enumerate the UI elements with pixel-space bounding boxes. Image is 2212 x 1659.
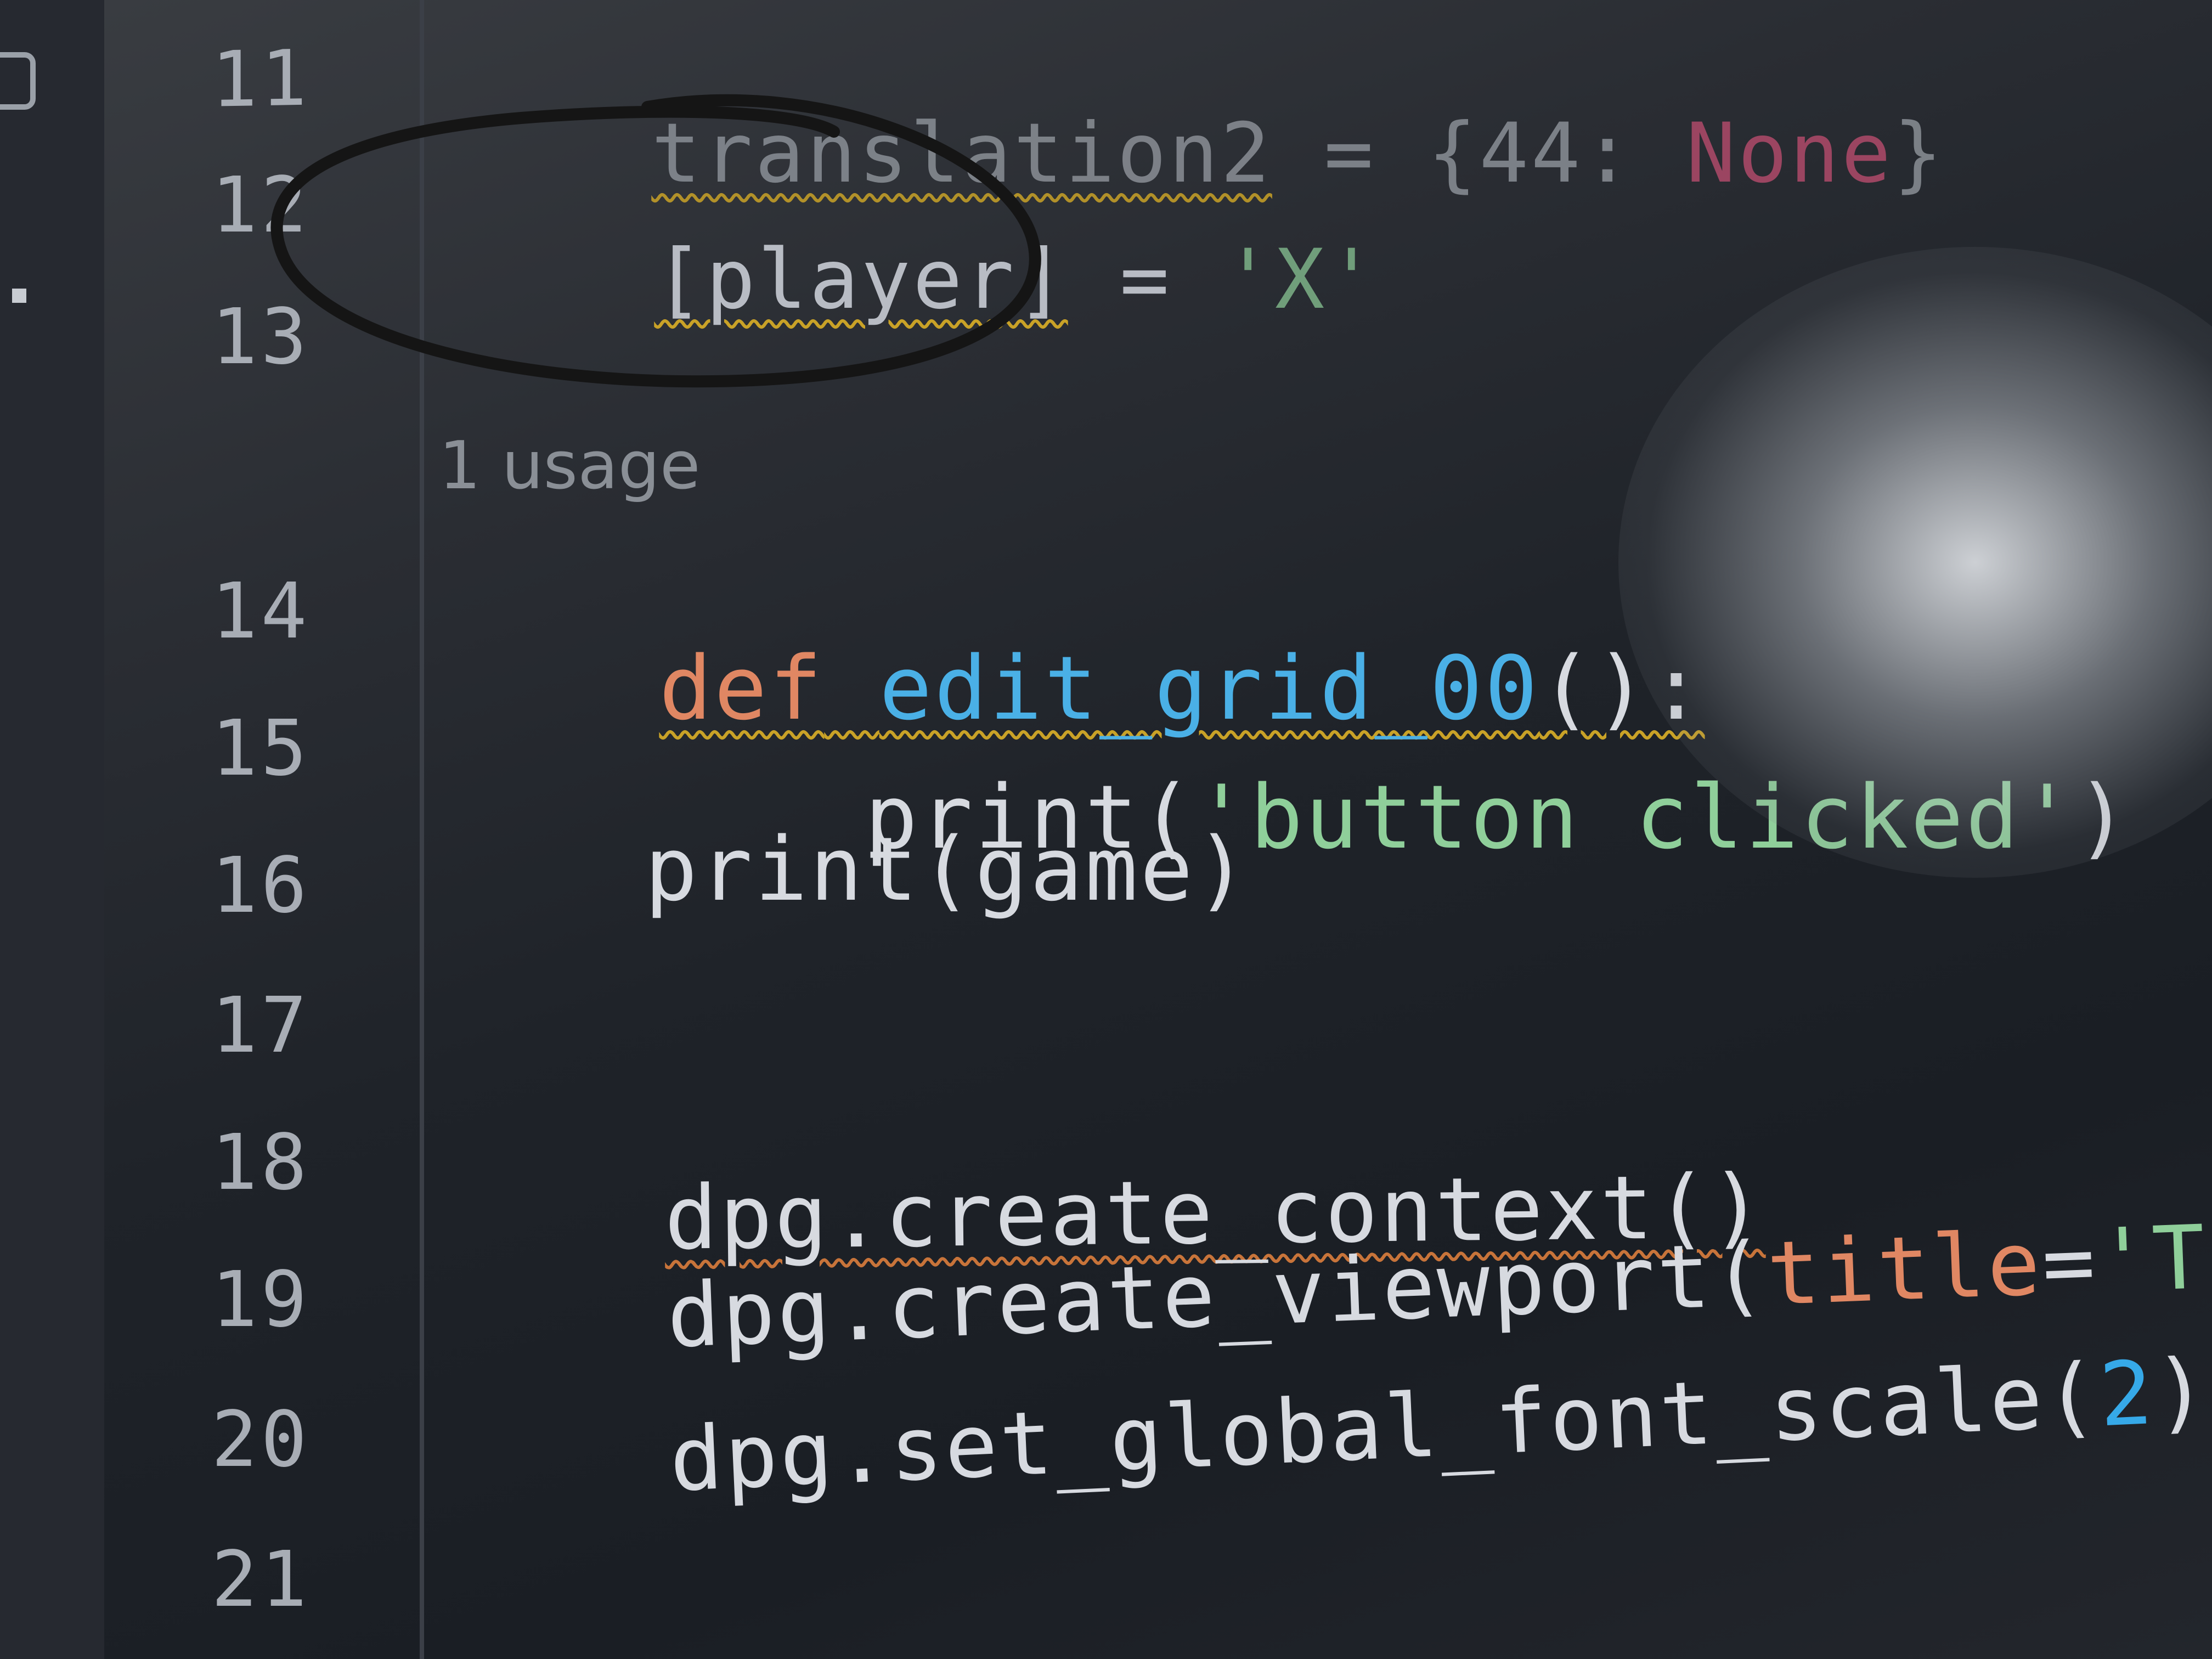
- line-number-15: 15: [211, 704, 311, 793]
- usage-inlay-hint[interactable]: 1 usage: [439, 428, 701, 504]
- line-number-16: 16: [211, 841, 311, 930]
- dict-colon: :: [1582, 106, 1686, 201]
- string-x: 'X': [1223, 232, 1379, 328]
- brace-close: }: [1893, 106, 1945, 201]
- set-font-scale-call: dpg.set_global_font_scale(: [667, 1344, 2102, 1511]
- font-scale-value: 2: [2097, 1341, 2157, 1447]
- paren-close: ): [2152, 1339, 2212, 1444]
- list-target-player: [player]: [654, 232, 1068, 328]
- dict-key: 44: [1479, 106, 1583, 201]
- none-value: None: [1686, 106, 1893, 201]
- line-number-18: 18: [211, 1118, 311, 1207]
- editor-screen: 11 12 13 14 15 16 17 18 19 20 21 transla…: [0, 0, 2212, 1659]
- line-number-13: 13: [211, 292, 311, 382]
- assign-operator: =: [1068, 232, 1223, 328]
- line-number-17: 17: [211, 981, 311, 1070]
- line-number-20: 20: [211, 1395, 311, 1485]
- line-number-14: 14: [211, 567, 311, 656]
- tool-window-strip: [0, 0, 104, 1659]
- tool-window-marker-icon: [12, 289, 26, 303]
- gutter-divider: [420, 0, 424, 1659]
- tool-window-icon[interactable]: [0, 52, 36, 110]
- code-line-12[interactable]: [player] = 'X': [447, 156, 1379, 403]
- brace-open: {: [1427, 106, 1480, 201]
- paren-close: ): [2075, 766, 2131, 868]
- line-number-11: 11: [211, 33, 311, 125]
- string-literal: 'button clicked': [1195, 766, 2076, 868]
- line-number-21: 21: [211, 1535, 311, 1624]
- line-number-19: 19: [211, 1255, 311, 1345]
- code-line-16[interactable]: print(game): [645, 826, 1250, 913]
- line-number-12: 12: [211, 161, 311, 250]
